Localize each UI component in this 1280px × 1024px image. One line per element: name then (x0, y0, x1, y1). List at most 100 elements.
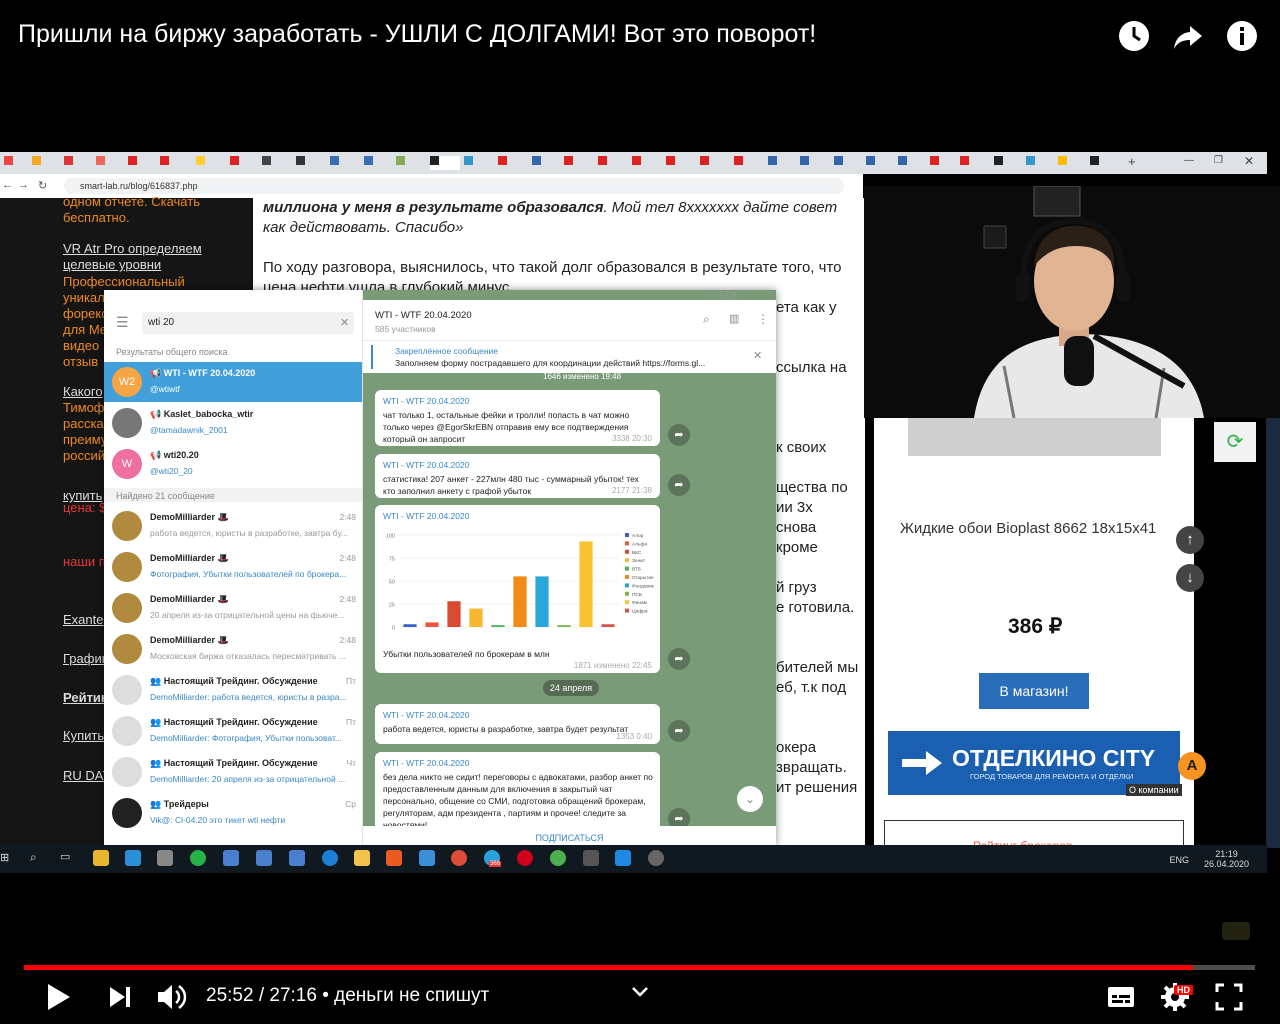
message-time: Пт (345, 717, 356, 727)
search-result-chat[interactable]: W2 📢 WTI - WTF 20.04.2020 @wtiwtf (104, 362, 362, 402)
close-pinned-icon[interactable]: ✕ (753, 349, 762, 362)
y-tick-label: 50 (389, 580, 395, 586)
app-icon[interactable] (256, 850, 272, 866)
next-icon[interactable] (108, 982, 132, 1017)
app-icon[interactable] (223, 850, 239, 866)
scroll-up-icon[interactable]: ↑ (1176, 526, 1204, 554)
file-explorer-icon[interactable] (354, 850, 370, 866)
app-icon[interactable] (583, 850, 599, 866)
ad-panel: ⟳ Жидкие обои Bioplast 8662 18x15x41 386… (874, 418, 1256, 849)
share-post-icon[interactable]: ➦ (668, 648, 690, 670)
message-preview: 20 апреля из-за отрицательной цены на фь… (150, 610, 345, 620)
date-separator: 24 апреля (543, 680, 599, 696)
promo-link[interactable]: VR Atr Pro определяем целевые уровни (63, 241, 213, 273)
video-title[interactable]: Пришли на биржу заработать - УШЛИ С ДОЛГ… (18, 20, 816, 49)
channel-watermark[interactable] (1222, 922, 1250, 940)
promo-text: одном отчете. Скачать бесплатно. (63, 194, 200, 225)
close-button[interactable]: ✕ (1244, 154, 1254, 168)
article-fragment: ии 3х (776, 499, 813, 516)
section-header: Найдено 21 сообщение (116, 491, 215, 501)
avatar (112, 593, 142, 623)
restore-button[interactable]: ❐ (1214, 155, 1223, 166)
language-indicator[interactable]: ENG (1169, 855, 1189, 865)
volume-icon[interactable] (156, 982, 188, 1017)
pinned-message[interactable]: Закреплённое сообщение Заполняем форму п… (363, 340, 776, 373)
share-post-icon[interactable]: ➦ (668, 424, 690, 446)
skype-icon[interactable] (615, 850, 631, 866)
share-icon[interactable] (1170, 18, 1206, 54)
system-tray[interactable]: ENG 21:19 26.04.2020 (1169, 849, 1249, 869)
shop-button[interactable]: В магазин! (979, 673, 1089, 709)
play-icon[interactable] (44, 982, 72, 1017)
found-message[interactable]: DemoMilliarder 🎩 работа ведется, юристы … (104, 506, 362, 546)
forward-icon[interactable]: → (18, 179, 29, 191)
app-icon[interactable] (419, 850, 435, 866)
share-post-icon[interactable]: ➦ (668, 474, 690, 496)
url-field[interactable]: smart-lab.ru/blog/616837.php (64, 178, 844, 194)
app-icon[interactable] (386, 850, 402, 866)
back-icon[interactable]: ← (2, 179, 13, 191)
recycle-icon[interactable]: ⟳ (1214, 422, 1256, 462)
search-result-chat[interactable]: W 📢 wti20.20 @wti20_20 (104, 444, 362, 484)
post-author: WTI - WTF 20.04.2020 (383, 396, 470, 406)
found-message[interactable]: 👥 Настоящий Трейдинг. Обсуждение DemoMil… (104, 752, 362, 792)
legend-label: Алор (632, 533, 644, 539)
chrome-icon[interactable] (451, 850, 467, 866)
start-icon[interactable]: ⊞ (0, 851, 9, 864)
avatar: W (112, 449, 142, 479)
found-message[interactable]: DemoMilliarder 🎩 Фотография, Убытки поль… (104, 547, 362, 587)
sticky-notes-icon[interactable] (93, 850, 109, 866)
yandex-icon[interactable] (517, 850, 533, 866)
search-icon[interactable]: ⌕ (703, 312, 710, 327)
menu-icon[interactable]: ☰ (116, 314, 129, 331)
search-input[interactable]: wti 20 (142, 312, 354, 334)
found-message[interactable]: 👥 Настоящий Трейдинг. Обсуждение DemoMil… (104, 711, 362, 751)
article-fragment: окера (776, 739, 817, 756)
more-icon[interactable]: ⋮ (757, 312, 769, 326)
clear-search-icon[interactable]: ✕ (340, 316, 349, 329)
info-icon[interactable] (1224, 18, 1260, 54)
search-result-chat[interactable]: 📢 Kaslet_babocka_wtir @tamadawnik_2001 (104, 403, 362, 443)
channel-title[interactable]: WTI - WTF 20.04.2020 (375, 310, 472, 321)
legend-label: Цифра (632, 609, 648, 615)
reload-icon[interactable]: ↻ (38, 179, 47, 192)
app-icon[interactable] (157, 850, 173, 866)
time-display[interactable]: 25:52 / 27:16 • деньги не спишут (206, 985, 489, 1007)
scroll-down-icon[interactable]: ↓ (1176, 564, 1204, 592)
found-message[interactable]: DemoMilliarder 🎩 Московская биржа отказа… (104, 629, 362, 669)
ad-product-title[interactable]: Жидкие обои Bioplast 8662 18x15x41 (900, 520, 1156, 537)
search-icon[interactable]: ⌕ (30, 850, 37, 865)
legend-swatch (625, 583, 629, 588)
app-icon[interactable] (289, 850, 305, 866)
chapter-title[interactable]: • деньги не спишут (322, 985, 489, 1006)
sidebar-icon[interactable]: ▥ (729, 312, 739, 325)
obs-icon[interactable] (648, 850, 664, 866)
fullscreen-icon[interactable] (1214, 982, 1244, 1017)
chat-username: @tamadawnik_2001 (150, 425, 228, 435)
post-meta: 1353 0:40 (616, 732, 652, 741)
found-message[interactable]: 👥 Трейдеры Vik@: Cl-04.20 это тикет wti … (104, 793, 362, 833)
app-icon[interactable] (125, 850, 141, 866)
post-meta: 1871 изменено 22:45 (573, 661, 652, 670)
edge-icon[interactable] (322, 850, 338, 866)
clock-icon[interactable] (1116, 18, 1152, 54)
extension-a-icon[interactable]: A (1178, 752, 1206, 780)
subtitles-icon[interactable] (1106, 982, 1136, 1017)
bar-Финам (579, 541, 593, 627)
task-view-icon[interactable]: ▭ (60, 850, 70, 863)
share-post-icon[interactable]: ➦ (668, 720, 690, 742)
found-message[interactable]: DemoMilliarder 🎩 20 апреля из-за отрицат… (104, 588, 362, 628)
chevron-down-icon[interactable] (630, 984, 650, 1005)
whatsapp-icon[interactable] (190, 850, 206, 866)
clock-date: 26.04.2020 (1203, 859, 1249, 869)
new-tab-button[interactable]: + (1128, 154, 1136, 169)
about-company-link[interactable]: О компании (1126, 784, 1182, 796)
legend-swatch (625, 608, 629, 613)
found-message[interactable]: 👥 Настоящий Трейдинг. Обсуждение DemoMil… (104, 670, 362, 710)
webcam-overlay (864, 186, 1280, 418)
broker-losses-chart[interactable]: 0 25 50 75 100 Алор Альфа БКС Зенит ВТБ Открытие Фо… (379, 523, 657, 645)
minimize-button[interactable]: — (1184, 155, 1194, 166)
scroll-down-icon[interactable]: ⌄ (737, 786, 763, 812)
subscribe-button[interactable]: ПОДПИСАТЬСЯ (363, 826, 776, 846)
chrome-icon[interactable] (550, 850, 566, 866)
